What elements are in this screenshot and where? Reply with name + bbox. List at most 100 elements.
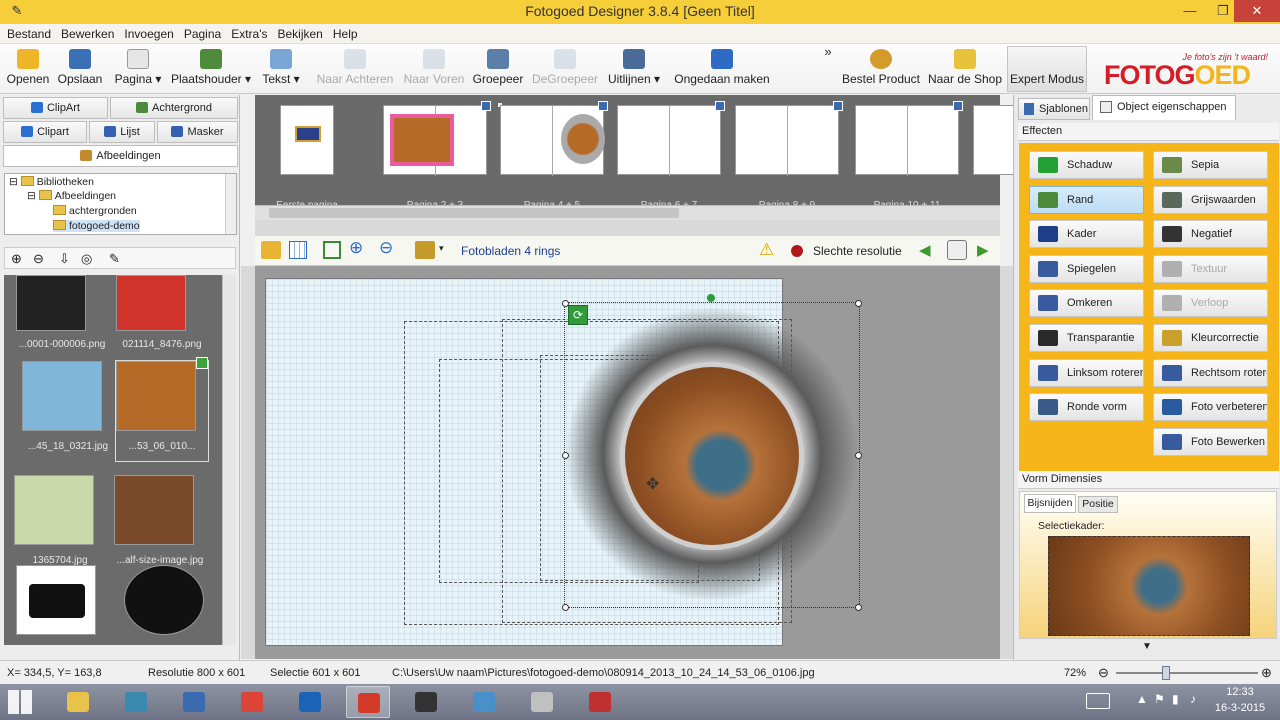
taskbar-app-explorer[interactable] <box>56 686 100 718</box>
tab-position[interactable]: Positie <box>1078 496 1118 513</box>
save-button[interactable]: Opslaan <box>56 47 104 91</box>
image-thumbnail[interactable]: ...45_18_0321.jpg <box>22 361 114 461</box>
edit-image-icon[interactable]: ✎ <box>109 251 120 267</box>
page-menu-icon[interactable] <box>598 101 608 111</box>
rotate-node-icon[interactable] <box>707 294 715 302</box>
import-icon[interactable]: ⇩ <box>59 251 70 267</box>
close-icon[interactable]: ✕ <box>1234 0 1280 22</box>
page-menu-icon[interactable] <box>833 101 843 111</box>
taskbar-app-app10[interactable] <box>578 686 622 718</box>
effect-button[interactable]: Ronde vorm <box>1029 393 1144 422</box>
zoom-in-icon[interactable]: ⊕ <box>11 251 22 267</box>
menu-bewerken[interactable]: Bewerken <box>54 24 117 41</box>
image-thumbnail[interactable]: ...alf-size-image.jpg <box>114 475 206 575</box>
group-button[interactable]: Groepeer <box>470 47 526 91</box>
effect-button[interactable]: Verloop <box>1153 289 1268 318</box>
effect-button[interactable]: Foto Bewerken <box>1153 427 1268 456</box>
image-thumbnail[interactable]: ...0001-000006.png <box>16 275 108 375</box>
effect-button[interactable]: Rechtsom roteren <box>1153 358 1268 387</box>
start-windows-icon[interactable] <box>8 690 32 714</box>
effect-button[interactable]: Negatief <box>1153 220 1268 249</box>
tree-scrollbar[interactable] <box>225 174 236 234</box>
tree-item-backgrounds[interactable]: achtergronden <box>53 205 137 217</box>
toolbar-overflow-button[interactable]: » <box>820 44 836 88</box>
minimize-icon[interactable]: — <box>1175 0 1205 22</box>
resize-handle[interactable] <box>855 452 862 459</box>
resize-handle[interactable] <box>562 452 569 459</box>
text-button[interactable]: Tekst ▾ <box>258 47 304 91</box>
keyboard-icon[interactable] <box>1086 693 1110 709</box>
zoom-slider-track[interactable] <box>1116 672 1258 674</box>
tree-item-libraries[interactable]: ⊟ Bibliotheken <box>9 176 94 188</box>
effect-button[interactable]: Transparantie <box>1029 324 1144 352</box>
tab-clipart-top[interactable]: ClipArt <box>3 97 108 119</box>
page-button[interactable]: Pagina ▾ <box>112 47 164 91</box>
effect-button[interactable]: Schaduw <box>1029 151 1144 179</box>
page-strip-splitter[interactable] <box>255 220 1000 236</box>
taskbar-app-disc[interactable] <box>520 686 564 718</box>
effect-button[interactable]: Omkeren <box>1029 289 1144 318</box>
effect-button[interactable]: Spiegelen <box>1029 254 1144 283</box>
taskbar-app-dualview[interactable] <box>172 686 216 718</box>
undo-button[interactable]: Ongedaan maken <box>672 47 772 91</box>
selection-bounding-box[interactable] <box>564 302 860 608</box>
grid-icon[interactable] <box>289 241 307 259</box>
resize-handle[interactable] <box>562 604 569 611</box>
page-strip-scroll-thumb[interactable] <box>269 208 679 218</box>
clock-date[interactable]: 16-3-2015 <box>1210 702 1270 714</box>
product-settings-icon[interactable] <box>415 241 435 259</box>
effect-button[interactable]: Sepia <box>1153 151 1268 179</box>
flag-icon[interactable]: ⚑ <box>1154 692 1165 706</box>
menu-bekijken[interactable]: Bekijken <box>271 24 326 41</box>
thumbnail-scrollbar[interactable] <box>222 275 236 645</box>
expand-down-icon[interactable]: ▼ <box>1142 641 1152 652</box>
tab-images[interactable]: Afbeeldingen <box>3 145 238 167</box>
expert-mode-button[interactable]: Expert Modus <box>1007 46 1087 92</box>
menu-pagina[interactable]: Pagina <box>177 24 224 41</box>
shop-button[interactable]: Naar de Shop <box>926 47 1004 91</box>
tab-frame-list[interactable]: Lijst <box>89 121 155 143</box>
tab-crop[interactable]: Bijsnijden <box>1024 494 1076 513</box>
menu-extras[interactable]: Extra's <box>224 24 270 41</box>
image-thumbnail[interactable] <box>16 565 108 645</box>
page-menu-icon[interactable] <box>481 101 491 111</box>
image-thumbnail[interactable]: ...53_06_010... <box>115 357 209 462</box>
right-collapse-handle[interactable] <box>1000 266 1013 659</box>
open-button[interactable]: Openen <box>4 47 52 91</box>
effect-button[interactable]: Grijswaarden <box>1153 185 1268 214</box>
zoom-out-icon[interactable]: ⊖ <box>1098 665 1109 681</box>
crop-preview-image[interactable] <box>1048 536 1250 636</box>
taskbar-app-app7[interactable] <box>404 686 448 718</box>
effect-button[interactable]: Rand <box>1029 185 1144 214</box>
ungroup-button[interactable]: DeGroepeer <box>530 47 600 91</box>
preview-icon[interactable] <box>947 240 967 260</box>
clock-time[interactable]: 12:33 <box>1210 686 1270 698</box>
taskbar-app-chrome[interactable] <box>230 686 274 718</box>
volume-icon[interactable]: ♪ <box>1190 692 1196 706</box>
page-menu-icon[interactable] <box>715 101 725 111</box>
taskbar-app-fotogoed[interactable] <box>346 686 390 718</box>
effect-button[interactable]: Kader <box>1029 220 1144 249</box>
tree-item-fotogoed-demo[interactable]: fotogoed-demo <box>53 220 140 232</box>
tab-templates[interactable]: Sjablonen <box>1018 98 1090 120</box>
effect-button[interactable]: Textuur <box>1153 254 1268 283</box>
bring-front-button[interactable]: Naar Voren <box>400 47 468 91</box>
taskbar-app-outlook[interactable] <box>288 686 332 718</box>
page-menu-icon[interactable] <box>953 101 963 111</box>
order-product-button[interactable]: Bestel Product <box>840 47 922 91</box>
fit-page-icon[interactable] <box>323 241 341 259</box>
resize-handle[interactable] <box>855 300 862 307</box>
chevron-down-icon[interactable]: ▾ <box>439 243 444 254</box>
zoom-in-icon[interactable]: ⊕ <box>349 238 363 258</box>
zoom-slider-thumb[interactable] <box>1162 666 1171 680</box>
tab-clipart[interactable]: Clipart <box>3 121 87 143</box>
image-thumbnail[interactable] <box>124 565 216 645</box>
battery-icon[interactable]: ▮ <box>1172 692 1179 706</box>
zoom-in-icon[interactable]: ⊕ <box>1261 665 1272 681</box>
menu-bestand[interactable]: Bestand <box>0 24 54 41</box>
ruler-icon[interactable] <box>261 241 281 259</box>
page-strip-scrollbar[interactable] <box>255 205 1000 220</box>
menu-invoegen[interactable]: Invoegen <box>117 24 176 41</box>
send-back-button[interactable]: Naar Achteren <box>314 47 396 91</box>
resize-handle[interactable] <box>562 300 569 307</box>
